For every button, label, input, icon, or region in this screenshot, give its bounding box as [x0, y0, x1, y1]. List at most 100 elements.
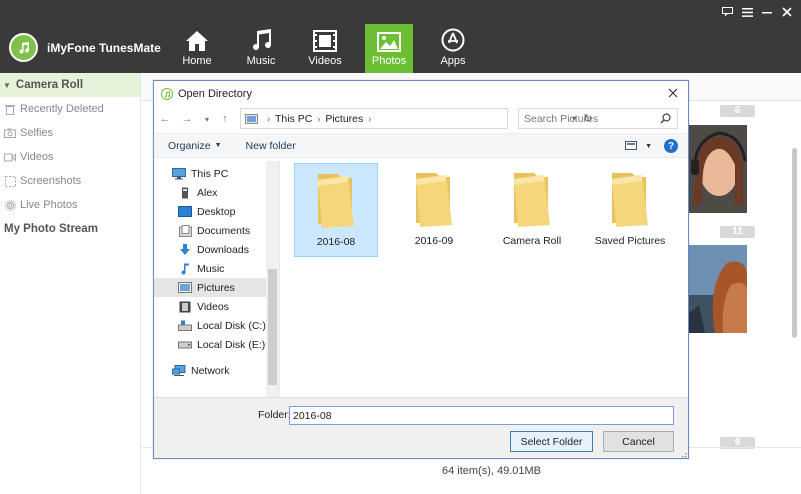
sidebar-item-selfies[interactable]: Selfies: [0, 121, 140, 145]
tree-item-local-disk-c[interactable]: Local Disk (C:): [178, 316, 266, 335]
tree-item-label: Downloads: [197, 243, 249, 256]
nav-apps[interactable]: Apps: [429, 24, 477, 73]
app-store-icon: [441, 28, 465, 52]
desktop-icon: [178, 206, 192, 218]
menu-icon[interactable]: [741, 6, 753, 18]
address-bar[interactable]: › This PC › Pictures › ▾ ↻: [240, 108, 593, 129]
tunesmate-small-icon: [161, 88, 173, 100]
view-mode-icon[interactable]: ▼: [625, 141, 652, 151]
breadcrumb-chevron-icon: ›: [368, 113, 372, 124]
live-photo-icon: [4, 199, 16, 211]
nav-photos[interactable]: Photos: [365, 24, 413, 73]
tree-item-alex[interactable]: Alex: [178, 183, 217, 202]
new-folder-button[interactable]: New folder: [246, 140, 296, 152]
folder-name-field[interactable]: 2016-08: [289, 406, 674, 425]
network-icon: [172, 364, 186, 377]
command-bar: Organize ▼ New folder ▼ ?: [154, 133, 688, 158]
sidebar-section-label: Camera Roll: [15, 79, 84, 91]
nav-videos-label: Videos: [308, 55, 342, 67]
photo-icon: [377, 32, 401, 52]
sidebar-photo-stream[interactable]: My Photo Stream: [0, 217, 140, 241]
window-controls: [721, 6, 793, 18]
home-icon: [186, 31, 208, 51]
cancel-button[interactable]: Cancel: [603, 431, 674, 452]
resize-grip-icon[interactable]: [679, 449, 687, 458]
music-note-icon: [253, 29, 272, 51]
sidebar-item-videos[interactable]: Videos: [0, 145, 140, 169]
dialog-close-icon[interactable]: [666, 86, 680, 100]
photo-thumbnail[interactable]: [687, 245, 747, 333]
tunesmate-logo-icon: [9, 33, 38, 62]
folder-icon: [416, 173, 452, 227]
folder-icon: [612, 173, 648, 227]
tree-item-downloads[interactable]: Downloads: [178, 240, 249, 259]
sidebar-item-label: Live Photos: [20, 199, 78, 211]
close-icon[interactable]: [781, 6, 793, 18]
chevron-down-icon: ▼: [214, 142, 222, 149]
organize-button[interactable]: Organize ▼: [168, 140, 222, 152]
sidebar-camera-roll[interactable]: ▼ Camera Roll: [0, 73, 140, 97]
sidebar: ▼ Camera Roll Recently Deleted Selfies V…: [0, 73, 141, 494]
help-icon[interactable]: ?: [664, 139, 678, 153]
nav-apps-label: Apps: [440, 55, 466, 67]
sidebar-item-screenshots[interactable]: Screenshots: [0, 169, 140, 193]
tree-item-label: Local Disk (E:): [197, 338, 266, 351]
tree-item-desktop[interactable]: Desktop: [178, 202, 236, 221]
video-icon: [4, 151, 16, 163]
brand-name: iMyFone TunesMate: [47, 40, 161, 55]
feedback-icon[interactable]: [721, 6, 733, 18]
folder-item[interactable]: Saved Pictures: [588, 163, 672, 257]
caret-down-icon: ▼: [3, 80, 11, 90]
nav-home[interactable]: Home: [173, 24, 221, 73]
search-input[interactable]: Search Pictures: [518, 108, 678, 129]
trash-icon: [4, 103, 16, 115]
content-scrollbar[interactable]: [792, 148, 797, 338]
tree-scrollbar-thumb[interactable]: [268, 269, 277, 385]
tree-item-label: Local Disk (C:): [197, 319, 266, 332]
folder-item[interactable]: Camera Roll: [490, 163, 574, 257]
nav-music[interactable]: Music: [237, 24, 285, 73]
tree-item-pictures[interactable]: Pictures: [154, 278, 266, 297]
group-count-badge: 11: [720, 226, 755, 238]
sidebar-item-live-photos[interactable]: Live Photos: [0, 193, 140, 217]
tree-item-documents[interactable]: Documents: [178, 221, 250, 240]
view-dropdown-icon[interactable]: ▼: [645, 143, 652, 150]
nav-music-label: Music: [246, 55, 276, 67]
photo-thumbnail[interactable]: [687, 125, 747, 213]
select-folder-button[interactable]: Select Folder: [510, 431, 593, 452]
tree-item-this-pc[interactable]: This PC: [172, 164, 228, 183]
forward-arrow-icon[interactable]: →: [180, 112, 194, 126]
app-topbar: iMyFone TunesMate Home Music Videos Phot…: [0, 0, 801, 73]
minimize-icon[interactable]: [761, 6, 773, 18]
recent-dropdown-icon[interactable]: ▾: [200, 112, 214, 126]
tree-item-label: Documents: [197, 224, 251, 237]
pictures-location-icon: [245, 113, 258, 124]
folder-name: 2016-08: [316, 236, 356, 248]
screenshot-icon: [4, 175, 16, 187]
sidebar-item-label: Recently Deleted: [20, 103, 104, 115]
folder-item[interactable]: 2016-09: [392, 163, 476, 257]
sidebar-item-label: Videos: [20, 151, 54, 163]
tree-item-videos[interactable]: Videos: [178, 297, 229, 316]
search-placeholder: Search Pictures: [524, 112, 599, 125]
tree-item-local-disk-e[interactable]: Local Disk (E:): [178, 335, 265, 354]
back-arrow-icon[interactable]: ←: [158, 112, 172, 126]
sidebar-item-recently-deleted[interactable]: Recently Deleted: [0, 97, 140, 121]
tree-item-network[interactable]: Network: [172, 361, 230, 380]
navigation-tree: This PC Alex Desktop Documents Downloads…: [154, 161, 280, 397]
tree-item-music[interactable]: Music: [178, 259, 224, 278]
folder-item[interactable]: 2016-08: [294, 163, 378, 257]
drive-e-icon: [178, 339, 192, 351]
view-controls: ▼ ?: [625, 139, 678, 153]
nav-videos[interactable]: Videos: [301, 24, 349, 73]
up-arrow-icon[interactable]: ↑: [218, 112, 232, 126]
breadcrumb-pictures[interactable]: Pictures: [325, 113, 363, 125]
tree-item-label: Music: [197, 262, 225, 275]
film-icon: [313, 30, 337, 52]
dialog-title-bar: Open Directory: [154, 81, 688, 107]
breadcrumb-this-pc[interactable]: This PC: [275, 113, 312, 125]
folder-name: Camera Roll: [502, 235, 562, 247]
sidebar-item-label: Selfies: [20, 127, 54, 139]
sidebar-item-label: Screenshots: [20, 175, 82, 187]
folder-field-label: Folder:: [258, 409, 291, 421]
